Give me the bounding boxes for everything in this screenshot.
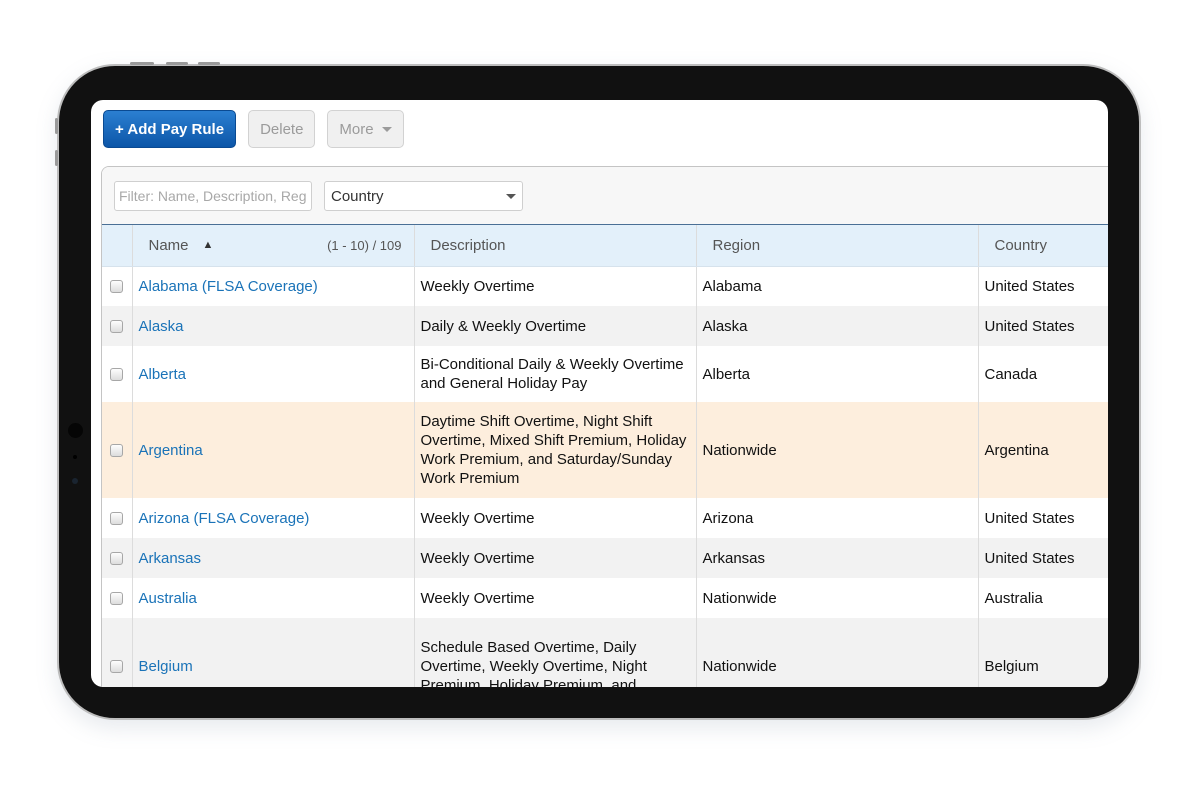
row-description: Schedule Based Overtime, Daily Overtime,… <box>414 618 697 687</box>
country-select-value: Country <box>331 187 384 205</box>
pay-rules-grid: Country Name ▲ (1 - 10) / 109 <box>101 166 1108 687</box>
table-header-row: Name ▲ (1 - 10) / 109 Description Region… <box>102 225 1108 267</box>
row-description: Daytime Shift Overtime, Night Shift Over… <box>414 402 697 498</box>
row-country: Canada <box>978 346 1108 402</box>
device-button <box>55 150 58 166</box>
record-count: (1 - 10) / 109 <box>327 237 402 253</box>
more-button-label: More <box>339 120 374 138</box>
row-name-link[interactable]: Argentina <box>139 442 203 459</box>
row-country: Argentina <box>978 402 1108 498</box>
chevron-down-icon <box>381 126 392 132</box>
country-select[interactable]: Country <box>324 181 523 211</box>
row-region: Alaska <box>696 306 979 346</box>
row-region: Arkansas <box>696 538 979 578</box>
search-input[interactable] <box>114 181 312 211</box>
row-name-link[interactable]: Arizona (FLSA Coverage) <box>139 510 310 527</box>
row-description: Weekly Overtime <box>414 498 697 538</box>
table-row[interactable]: Alberta Bi-Conditional Daily & Weekly Ov… <box>102 346 1108 402</box>
device-button <box>130 62 154 65</box>
column-header-name-label: Name <box>148 236 189 254</box>
row-name-link[interactable]: Alabama (FLSA Coverage) <box>139 278 318 295</box>
column-header-name[interactable]: Name ▲ (1 - 10) / 109 <box>132 225 415 267</box>
sensor-icon <box>72 478 78 484</box>
toolbar: + Add Pay Rule Delete More <box>103 110 404 148</box>
row-description: Bi-Conditional Daily & Weekly Overtime a… <box>414 346 697 402</box>
table-row[interactable]: Alaska Daily & Weekly Overtime Alaska Un… <box>102 306 1108 346</box>
row-description: Daily & Weekly Overtime <box>414 306 697 346</box>
row-checkbox[interactable] <box>110 552 124 566</box>
table-row[interactable]: Australia Weekly Overtime Nationwide Aus… <box>102 578 1108 618</box>
app-screen: + Add Pay Rule Delete More Country <box>91 100 1108 687</box>
row-country: United States <box>978 538 1108 578</box>
table-row[interactable]: Arkansas Weekly Overtime Arkansas United… <box>102 538 1108 578</box>
row-country: United States <box>978 266 1108 306</box>
camera-icon <box>68 423 83 438</box>
row-country: Belgium <box>978 618 1108 687</box>
row-region: Arizona <box>696 498 979 538</box>
row-checkbox[interactable] <box>110 660 124 674</box>
filter-bar: Country <box>102 167 1108 225</box>
pay-rules-table: Name ▲ (1 - 10) / 109 Description Region… <box>102 225 1108 687</box>
column-header-country[interactable]: Country <box>978 225 1108 267</box>
row-checkbox[interactable] <box>110 592 124 606</box>
row-description: Weekly Overtime <box>414 538 697 578</box>
row-name-link[interactable]: Australia <box>139 590 197 607</box>
row-name-link[interactable]: Alaska <box>139 318 184 335</box>
delete-button[interactable]: Delete <box>248 110 316 148</box>
row-checkbox[interactable] <box>110 320 124 334</box>
row-country: Australia <box>978 578 1108 618</box>
row-region: Nationwide <box>696 578 979 618</box>
delete-button-label: Delete <box>260 120 304 138</box>
row-region: Alabama <box>696 266 979 306</box>
chevron-down-icon <box>506 193 516 199</box>
device-button <box>55 118 58 134</box>
row-checkbox[interactable] <box>110 444 124 458</box>
row-name-link[interactable]: Arkansas <box>139 550 202 567</box>
device-button <box>166 62 188 65</box>
column-header-description[interactable]: Description <box>414 225 697 267</box>
table-row-highlighted[interactable]: Argentina Daytime Shift Overtime, Night … <box>102 402 1108 498</box>
row-checkbox[interactable] <box>110 512 124 526</box>
row-checkbox[interactable] <box>110 280 124 294</box>
select-column-header <box>102 225 133 267</box>
table-row[interactable]: Alabama (FLSA Coverage) Weekly Overtime … <box>102 266 1108 306</box>
table-row[interactable]: Belgium Schedule Based Overtime, Daily O… <box>102 618 1108 687</box>
row-region: Alberta <box>696 346 979 402</box>
row-country: United States <box>978 306 1108 346</box>
row-description: Weekly Overtime <box>414 266 697 306</box>
sensor-icon <box>73 455 77 459</box>
row-description: Weekly Overtime <box>414 578 697 618</box>
row-region: Nationwide <box>696 618 979 687</box>
row-name-link[interactable]: Alberta <box>139 366 187 383</box>
sort-ascending-icon[interactable]: ▲ <box>203 239 214 251</box>
row-name-link[interactable]: Belgium <box>139 658 193 675</box>
table-row[interactable]: Arizona (FLSA Coverage) Weekly Overtime … <box>102 498 1108 538</box>
more-button[interactable]: More <box>327 110 404 148</box>
add-pay-rule-button[interactable]: + Add Pay Rule <box>103 110 237 148</box>
row-checkbox[interactable] <box>110 368 124 382</box>
row-country: United States <box>978 498 1108 538</box>
column-header-region[interactable]: Region <box>696 225 979 267</box>
row-region: Nationwide <box>696 402 979 498</box>
device-button <box>198 62 220 65</box>
